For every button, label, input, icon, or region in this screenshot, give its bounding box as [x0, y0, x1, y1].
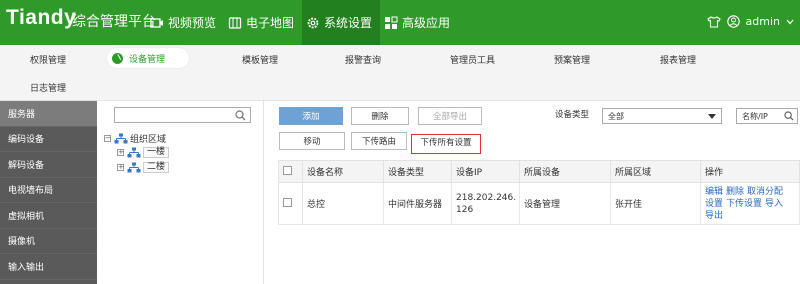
col-area: 所属区域 — [610, 160, 701, 183]
tree-node-floor1[interactable]: + 一楼 — [117, 147, 170, 158]
table-row: 总控 中间件服务器 218.202.246.126 设备管理 张开佳 编辑 删除取… — [278, 182, 800, 225]
table-header-row: 设备名称 设备类型 设备IP 所属设备 所属区域 操作 — [278, 160, 800, 183]
col-actions: 操作 — [700, 160, 800, 183]
select-all-cell[interactable] — [278, 160, 303, 183]
col-parent-device: 所属设备 — [519, 160, 611, 183]
tree-node-label: 组织区域 — [130, 135, 167, 145]
device-type-label: 设备类型 — [555, 110, 590, 120]
cell-parent-device: 设备管理 — [519, 182, 611, 225]
highlight-box — [411, 134, 481, 154]
delete-link[interactable]: 删除 — [726, 187, 744, 197]
export-link[interactable]: 导出 — [705, 211, 723, 221]
nav-video-preview[interactable]: 视频预览 — [146, 0, 224, 45]
nav-advanced[interactable]: 高级应用 — [380, 0, 458, 45]
nav-label: 系统设置 — [324, 16, 373, 30]
sidebar-item-decoder[interactable]: 解码设备 — [0, 152, 97, 178]
tree-node-label: 二楼 — [143, 162, 170, 173]
subnav-alarm-query[interactable]: 报警查询 — [345, 53, 381, 66]
username[interactable]: admin — [746, 15, 780, 28]
nav-label: 电子地图 — [246, 16, 295, 30]
dropdown-caret-icon — [708, 114, 716, 119]
sidebar-item-virtual-camera[interactable]: 虚拟相机 — [0, 203, 97, 229]
device-table: 设备名称 设备类型 设备IP 所属设备 所属区域 操作 总控 中间件服务器 21… — [278, 160, 800, 225]
gear-icon — [306, 16, 320, 30]
search-icon[interactable] — [235, 110, 246, 124]
cell-device-type: 中间件服务器 — [383, 182, 452, 225]
push-route-button[interactable]: 下传路由 — [351, 132, 407, 150]
search-field-select[interactable]: 名称/IP — [736, 108, 798, 124]
subnav-label: 设备管理 — [129, 54, 166, 65]
edit-link[interactable]: 编辑 — [705, 187, 723, 197]
search-field-value: 名称/IP — [742, 111, 768, 121]
shirt-icon[interactable] — [706, 15, 721, 28]
subnav-permission[interactable]: 权限管理 — [30, 53, 66, 66]
select-all-checkbox[interactable] — [283, 165, 292, 175]
top-header: Tiandy 综合管理平台 视频预览 电子地图 系统设置 高级应用 admin — [0, 0, 800, 45]
expand-icon[interactable]: + — [117, 149, 124, 156]
device-type-select[interactable]: 全部 — [602, 108, 722, 124]
sidebar-item-server[interactable]: 服务器 — [0, 101, 97, 127]
tree-root[interactable]: − 组织区域 — [104, 132, 166, 145]
nav-system-settings[interactable]: 系统设置 — [302, 0, 381, 45]
map-icon — [228, 16, 242, 30]
subnav-template[interactable]: 模板管理 — [242, 53, 278, 66]
org-tree-panel: − 组织区域 + 一楼 + 二楼 — [97, 101, 264, 284]
sidebar-item-camera[interactable]: 摄像机 — [0, 229, 97, 254]
subnav-plan[interactable]: 预案管理 — [554, 53, 590, 66]
nav-label: 视频预览 — [168, 16, 217, 30]
add-button[interactable]: 添加 — [279, 107, 343, 125]
cell-area: 张开佳 — [610, 182, 701, 225]
grid-icon — [384, 16, 398, 30]
left-sidebar: 服务器 编码设备 解码设备 电视墙布局 虚拟相机 摄像机 输入输出 — [0, 101, 97, 284]
subnav-device-management[interactable]: 设备管理 — [107, 48, 189, 68]
export-all-button[interactable]: 全部导出 — [418, 107, 482, 125]
settings-link[interactable]: 设置 — [705, 199, 723, 209]
device-type-value: 全部 — [608, 111, 624, 121]
search-icon[interactable] — [784, 111, 794, 123]
org-icon — [127, 147, 141, 158]
video-icon — [150, 16, 164, 30]
check-circle-icon — [112, 52, 123, 64]
move-button[interactable]: 移动 — [279, 132, 345, 150]
push-settings-link[interactable]: 下传设置 — [726, 199, 762, 209]
row-select-cell[interactable] — [278, 182, 303, 225]
nav-emap[interactable]: 电子地图 — [224, 0, 302, 45]
tree-node-label: 一楼 — [143, 147, 170, 158]
org-icon — [114, 133, 128, 144]
import-link[interactable]: 导入 — [765, 199, 783, 209]
app-title: 综合管理平台 — [72, 14, 156, 30]
chevron-down-icon[interactable] — [786, 19, 794, 25]
tree-search-input[interactable] — [114, 107, 251, 123]
row-checkbox[interactable] — [283, 197, 292, 207]
expand-icon[interactable]: + — [117, 164, 124, 171]
col-device-type: 设备类型 — [383, 160, 452, 183]
sub-nav: 权限管理 设备管理 模板管理 报警查询 管理员工具 预案管理 报表管理 日志管理 — [0, 45, 800, 101]
org-icon — [127, 162, 141, 173]
subnav-report[interactable]: 报表管理 — [660, 53, 696, 66]
col-device-name: 设备名称 — [302, 160, 384, 183]
sidebar-item-encoder[interactable]: 编码设备 — [0, 127, 97, 152]
cell-actions: 编辑 删除 取消分配 设置 下传设置 导入 导出 — [700, 182, 800, 225]
sidebar-item-tv-wall[interactable]: 电视墙布局 — [0, 178, 97, 203]
cell-device-name: 总控 — [302, 182, 384, 225]
subnav-admin-tools[interactable]: 管理员工具 — [450, 53, 495, 66]
sidebar-item-io[interactable]: 输入输出 — [0, 254, 97, 280]
tree-node-floor2[interactable]: + 二楼 — [117, 162, 170, 173]
cell-device-ip: 218.202.246.126 — [451, 182, 520, 225]
nav-label: 高级应用 — [402, 16, 451, 30]
col-device-ip: 设备IP — [451, 160, 520, 183]
collapse-icon[interactable]: − — [104, 135, 111, 142]
user-area: admin — [706, 15, 794, 28]
delete-button[interactable]: 删除 — [351, 107, 409, 125]
brand-logo: Tiandy — [6, 6, 77, 29]
subnav-log[interactable]: 日志管理 — [30, 81, 66, 94]
unassign-link[interactable]: 取消分配 — [747, 187, 783, 197]
top-nav: 视频预览 电子地图 系统设置 高级应用 — [146, 0, 458, 45]
user-icon[interactable] — [726, 15, 740, 28]
